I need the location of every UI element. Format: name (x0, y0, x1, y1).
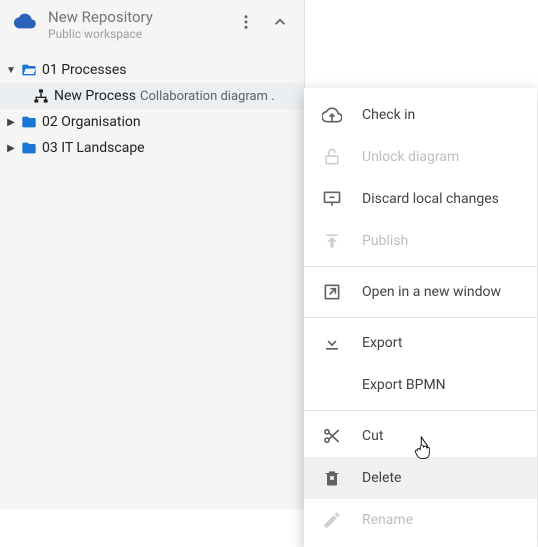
menu-separator (304, 410, 537, 411)
tree-item-it-landscape[interactable]: ▶ 03 IT Landscape (0, 135, 304, 161)
repository-titles: New Repository Public workspace (48, 8, 232, 41)
tree-item-organisation[interactable]: ▶ 02 Organisation (0, 109, 304, 135)
tree-item-label: 02 Organisation (42, 114, 141, 130)
publish-icon (320, 231, 344, 251)
pencil-icon (320, 510, 344, 530)
collapse-button[interactable] (266, 8, 294, 36)
folder-icon (20, 114, 38, 130)
menu-item-open-window[interactable]: Open in a new window (304, 271, 537, 313)
menu-item-rename: Rename (304, 499, 537, 541)
chevron-up-icon (271, 13, 289, 31)
caret-down-icon: ▼ (4, 65, 18, 76)
scissors-icon (320, 426, 344, 446)
more-options-button[interactable] (232, 8, 260, 36)
tree-item-label: New Process (54, 88, 136, 104)
menu-separator (304, 317, 537, 318)
menu-item-cut[interactable]: Cut (304, 415, 537, 457)
tree-item-new-process[interactable]: New Process Collaboration diagram . (0, 83, 304, 109)
download-icon (320, 333, 344, 353)
repository-header: New Repository Public workspace (0, 0, 304, 55)
menu-item-label: Open in a new window (362, 284, 501, 300)
menu-item-label: Unlock diagram (362, 149, 459, 165)
menu-separator (304, 266, 537, 267)
menu-item-export-bpmn[interactable]: Export BPMN (304, 364, 537, 406)
folder-icon (20, 140, 38, 156)
trash-icon (320, 468, 344, 488)
menu-item-label: Delete (362, 470, 401, 486)
more-vert-icon (237, 13, 255, 31)
folder-open-icon (20, 62, 38, 78)
menu-item-label: Check in (362, 107, 415, 123)
menu-item-label: Export (362, 335, 402, 351)
tree-item-label: 03 IT Landscape (42, 140, 145, 156)
menu-item-publish: Publish (304, 220, 537, 262)
repository-tree: ▼ 01 Processes New Process Collaboration… (0, 55, 304, 161)
discard-icon (320, 189, 344, 209)
menu-item-discard[interactable]: Discard local changes (304, 178, 537, 220)
caret-right-icon: ▶ (4, 117, 18, 128)
repository-sidebar: New Repository Public workspace ▼ 01 Pro… (0, 0, 305, 509)
sitemap-icon (32, 88, 50, 104)
menu-item-label: Rename (362, 512, 413, 528)
cloud-upload-icon (320, 105, 344, 125)
repository-subtitle: Public workspace (48, 27, 232, 41)
menu-item-unlock: Unlock diagram (304, 136, 537, 178)
open-new-window-icon (320, 282, 344, 302)
tree-item-type: Collaboration diagram . (140, 89, 275, 104)
menu-item-label: Cut (362, 428, 383, 444)
menu-item-label: Publish (362, 233, 408, 249)
repository-title: New Repository (48, 8, 232, 26)
menu-item-export[interactable]: Export (304, 322, 537, 364)
tree-item-label: 01 Processes (42, 62, 127, 78)
cloud-icon (14, 10, 36, 32)
menu-item-label: Export BPMN (362, 377, 446, 393)
context-menu: Check in Unlock diagram Discard local ch… (304, 88, 537, 547)
unlock-icon (320, 147, 344, 167)
menu-item-label: Discard local changes (362, 191, 499, 207)
caret-right-icon: ▶ (4, 143, 18, 154)
tree-item-processes[interactable]: ▼ 01 Processes (0, 57, 304, 83)
menu-item-check-in[interactable]: Check in (304, 94, 537, 136)
menu-item-delete[interactable]: Delete (304, 457, 537, 499)
